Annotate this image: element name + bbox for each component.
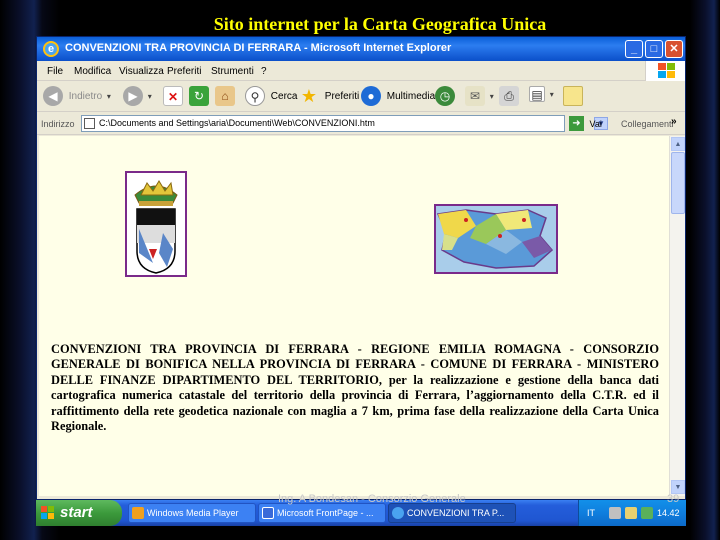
media-button[interactable]: ● Multimedia	[361, 86, 435, 108]
dropdown-icon: ▾	[549, 89, 554, 99]
stop-button[interactable]: ✕	[163, 86, 183, 108]
ie-logo-icon: e	[43, 41, 59, 57]
edit-icon: ▤	[529, 86, 545, 102]
language-indicator[interactable]: IT	[587, 508, 595, 518]
menu-tools[interactable]: Strumenti	[211, 66, 254, 77]
mail-button[interactable]: ✉ ▾	[465, 86, 494, 108]
media-label: Multimedia	[386, 90, 436, 102]
scroll-thumb[interactable]	[671, 152, 685, 214]
stop-icon: ✕	[163, 86, 183, 106]
task-media-player[interactable]: Windows Media Player	[128, 503, 256, 523]
toolbar: ◀ Indietro ▾ ▶ ▾ ✕ ↻ ⌂ ⚲ Cerca ★ Preferi…	[37, 82, 685, 112]
browser-window: e CONVENZIONI TRA PROVINCIA DI FERRARA -…	[36, 36, 686, 500]
discuss-button[interactable]	[563, 86, 583, 108]
address-value: C:\Documents and Settings\aria\Documenti…	[99, 118, 375, 128]
media-icon: ●	[361, 86, 381, 106]
print-icon: ⎙	[499, 86, 519, 106]
windows-logo-icon	[41, 506, 55, 520]
address-label: Indirizzo	[41, 119, 75, 129]
slide-title: Sito internet per la Carta Geografica Un…	[213, 14, 547, 34]
task-label: Microsoft FrontPage - ...	[277, 508, 374, 518]
forward-arrow-icon: ▶	[123, 86, 143, 106]
search-icon: ⚲	[245, 86, 265, 106]
go-label: Vai	[589, 118, 602, 129]
minimize-button[interactable]: _	[625, 40, 643, 58]
go-arrow-icon: ➜	[569, 116, 584, 131]
slide-page-number: 39	[667, 493, 680, 505]
page-content: CONVENZIONI TRA PROVINCIA DI FERRARA - R…	[39, 136, 669, 496]
window-title: CONVENZIONI TRA PROVINCIA DI FERRARA - M…	[65, 42, 452, 54]
task-label: Windows Media Player	[147, 508, 239, 518]
clock: 14.42	[657, 508, 680, 518]
task-internet-explorer[interactable]: CONVENZIONI TRA P...	[388, 503, 516, 523]
menu-favorites[interactable]: Preferiti	[167, 66, 201, 77]
home-icon: ⌂	[215, 86, 235, 106]
search-label: Cerca	[270, 90, 298, 102]
history-button[interactable]: ◷	[435, 86, 455, 108]
go-button[interactable]: ➜ Vai	[569, 116, 602, 131]
links-more-icon[interactable]: »	[671, 116, 677, 127]
scroll-up-icon[interactable]: ▲	[671, 137, 685, 151]
start-button[interactable]: start	[36, 500, 122, 526]
ie-icon	[392, 507, 404, 519]
links-button[interactable]: Collegamenti	[621, 119, 674, 129]
title-bar[interactable]: e CONVENZIONI TRA PROVINCIA DI FERRARA -…	[37, 37, 685, 61]
menu-file[interactable]: File	[47, 66, 63, 77]
menu-view[interactable]: Visualizza	[119, 66, 164, 77]
print-button[interactable]: ⎙	[499, 86, 519, 108]
task-label: CONVENZIONI TRA P...	[407, 508, 505, 518]
vertical-scrollbar[interactable]: ▲ ▼	[669, 136, 685, 496]
menu-edit[interactable]: Modifica	[74, 66, 111, 77]
dropdown-icon: ▾	[147, 91, 152, 101]
antivirus-icon[interactable]	[641, 507, 653, 519]
maximize-button[interactable]: □	[645, 40, 663, 58]
scroll-down-icon[interactable]: ▼	[671, 480, 685, 494]
windows-flag-icon	[645, 61, 685, 81]
start-label: start	[60, 504, 93, 521]
territory-map-image	[434, 204, 558, 274]
mail-icon: ✉	[465, 86, 485, 106]
address-bar: Indirizzo C:\Documents and Settings\aria…	[37, 113, 685, 135]
edit-button[interactable]: ▤ ▾	[529, 86, 554, 108]
page-icon	[84, 118, 95, 129]
slide-footer: Ing. A Bondesan - Consorzio Generale	[278, 493, 466, 505]
star-icon: ★	[300, 86, 318, 106]
favorites-button[interactable]: ★ Preferiti	[299, 86, 359, 108]
body-paragraph: CONVENZIONI TRA PROVINCIA DI FERRARA - R…	[51, 342, 659, 434]
dropdown-icon: ▾	[489, 91, 494, 101]
back-arrow-icon: ◀	[43, 86, 63, 106]
refresh-button[interactable]: ↻	[189, 86, 209, 108]
favorites-label: Preferiti	[324, 90, 360, 102]
menu-bar: File Modifica Visualizza Preferiti Strum…	[37, 61, 685, 81]
network-icon[interactable]	[609, 507, 621, 519]
search-button[interactable]: ⚲ Cerca	[245, 86, 297, 108]
address-input[interactable]: C:\Documents and Settings\aria\Documenti…	[81, 115, 608, 132]
task-frontpage[interactable]: Microsoft FrontPage - ...	[258, 503, 386, 523]
menu-help[interactable]: ?	[261, 66, 267, 77]
volume-icon[interactable]	[625, 507, 637, 519]
history-icon: ◷	[435, 86, 455, 106]
frontpage-icon	[262, 507, 274, 519]
refresh-icon: ↻	[189, 86, 209, 106]
note-icon	[563, 86, 583, 106]
home-button[interactable]: ⌂	[215, 86, 235, 108]
media-player-icon	[132, 507, 144, 519]
back-button[interactable]: ◀ Indietro ▾	[43, 86, 111, 108]
coat-of-arms-image	[125, 171, 187, 277]
close-button[interactable]: ✕	[665, 40, 683, 58]
dropdown-icon: ▾	[106, 91, 111, 101]
forward-button[interactable]: ▶ ▾	[123, 86, 152, 108]
back-label: Indietro	[68, 90, 103, 102]
